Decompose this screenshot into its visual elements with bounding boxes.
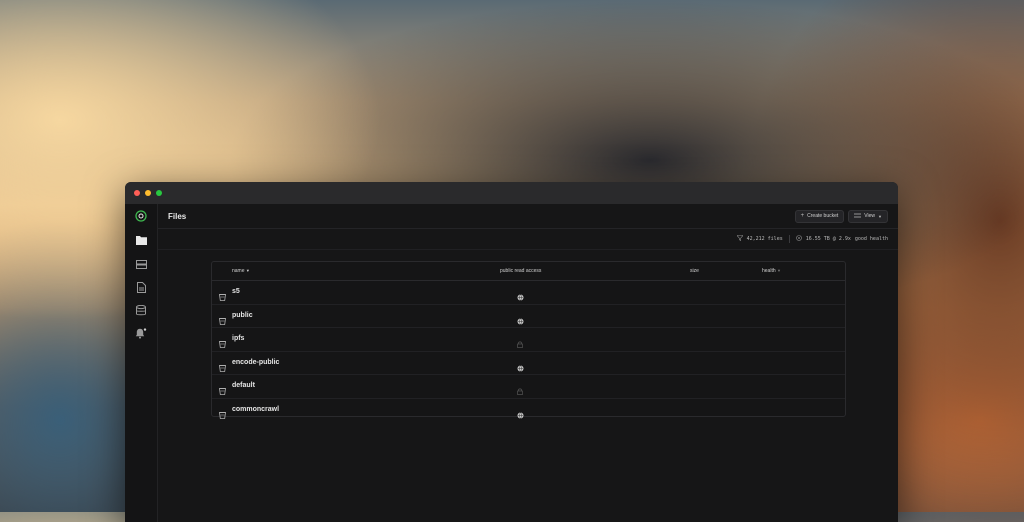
table-row[interactable]: default xyxy=(212,375,845,399)
main-content: Files + Create bucket View ▼ 42,212 file… xyxy=(158,204,898,522)
close-window-button[interactable] xyxy=(134,190,140,196)
health-value: good health xyxy=(854,236,888,242)
globe-icon xyxy=(517,359,524,377)
column-header-health[interactable]: health ▼ xyxy=(762,268,781,274)
lock-icon xyxy=(517,382,523,400)
chevron-down-icon: ▼ xyxy=(878,213,882,219)
view-label: View xyxy=(864,213,876,219)
column-header-public-read-access[interactable]: public read access xyxy=(500,268,541,274)
files-stat: 42,212 files xyxy=(735,235,783,243)
files-count: 42,212 files xyxy=(746,236,783,242)
table-body: s5 public ipfs encode-public default commoncr… xyxy=(212,281,845,421)
table-row[interactable]: public xyxy=(212,305,845,330)
globe-icon xyxy=(517,312,524,330)
title-bar xyxy=(125,182,898,204)
create-bucket-label: Create bucket xyxy=(807,213,839,219)
bucket-name[interactable]: ipfs xyxy=(232,335,244,342)
bucket-name[interactable]: default xyxy=(232,382,255,389)
bucket-name[interactable]: s5 xyxy=(232,288,240,295)
bucket-icon xyxy=(219,406,226,424)
bucket-icon xyxy=(219,288,226,306)
storage-value: 16.55 TB @ 2.9x xyxy=(805,236,851,242)
zoom-window-button[interactable] xyxy=(156,190,162,196)
column-header-name[interactable]: name ▼ xyxy=(232,268,250,274)
plus-icon: + xyxy=(800,213,805,219)
view-button[interactable]: View ▼ xyxy=(848,209,888,223)
lock-icon xyxy=(517,335,523,353)
filter-icon xyxy=(735,235,744,243)
bucket-icon xyxy=(219,312,226,330)
storage-icon xyxy=(795,235,802,243)
globe-icon xyxy=(517,406,524,424)
column-header-size[interactable]: size xyxy=(690,268,699,274)
bucket-icon xyxy=(219,359,226,377)
bucket-icon xyxy=(219,335,226,353)
sort-desc-icon: ▼ xyxy=(245,268,250,273)
table-header: name ▼ public read access size health ▼ xyxy=(212,262,845,281)
sliders-icon xyxy=(854,213,862,220)
bucket-icon xyxy=(219,382,226,400)
table-row[interactable]: s5 xyxy=(212,281,845,305)
notifications-icon[interactable] xyxy=(135,327,147,339)
column-health-label: health xyxy=(762,268,776,274)
table-row[interactable]: commoncrawl xyxy=(212,399,845,422)
app-window: Files + Create bucket View ▼ 42,212 file… xyxy=(125,182,898,522)
globe-icon xyxy=(517,288,524,306)
storage-stat: 16.55 TB @ 2.9x good health xyxy=(795,235,888,243)
files-icon[interactable] xyxy=(135,234,147,246)
sidebar xyxy=(125,204,158,522)
page-header: Files + Create bucket View ▼ xyxy=(158,204,898,229)
bucket-name[interactable]: commoncrawl xyxy=(232,406,279,413)
bucket-name[interactable]: public xyxy=(232,312,253,319)
sort-icon: ▼ xyxy=(777,268,781,273)
bucket-name[interactable]: encode-public xyxy=(232,359,279,366)
minimize-window-button[interactable] xyxy=(145,190,151,196)
hosts-icon[interactable] xyxy=(135,258,147,270)
table-row[interactable]: encode-public xyxy=(212,352,845,377)
column-name-label: name xyxy=(232,268,245,274)
table-row[interactable]: ipfs xyxy=(212,328,845,352)
buckets-table: name ▼ public read access size health ▼ … xyxy=(211,261,846,419)
contracts-icon[interactable] xyxy=(135,281,147,293)
database-icon[interactable] xyxy=(135,304,147,316)
page-title: Files xyxy=(168,211,187,221)
create-bucket-button[interactable]: + Create bucket xyxy=(794,209,845,223)
stats-bar: 42,212 files 16.55 TB @ 2.9x good health xyxy=(158,229,898,250)
logo-icon[interactable] xyxy=(135,210,147,222)
stats-divider xyxy=(788,235,790,243)
